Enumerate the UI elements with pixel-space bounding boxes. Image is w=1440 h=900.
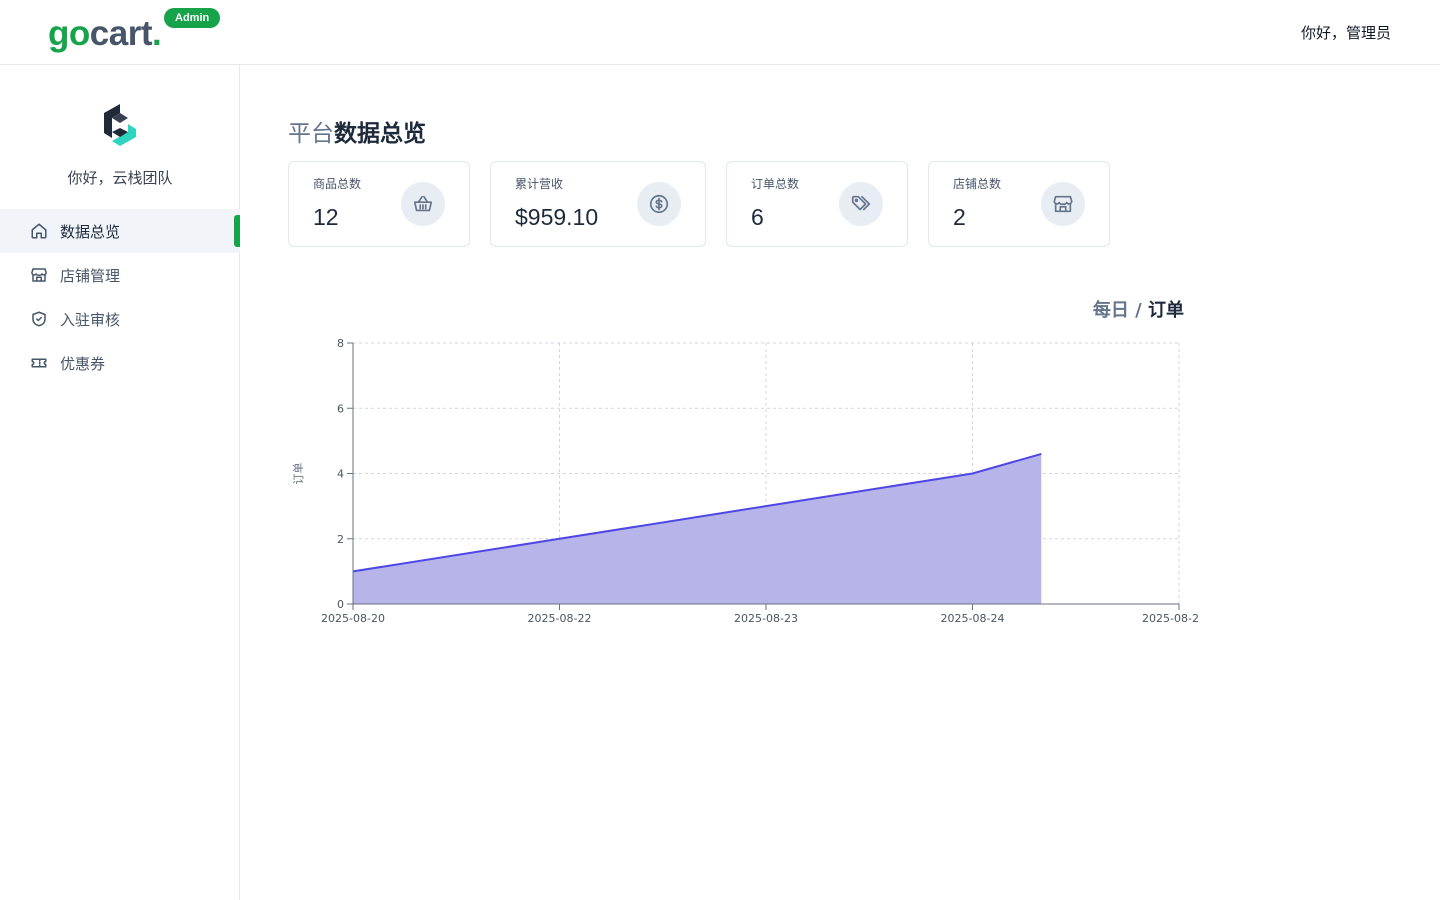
- store-greeting: 你好，云栈团队: [67, 169, 173, 187]
- chart-title-prefix: 每日: [1092, 300, 1129, 321]
- stat-value: 2: [953, 204, 966, 230]
- stat-card-orders: 订单总数 6: [726, 161, 908, 247]
- series-area: [353, 453, 1042, 604]
- sidebar-item-approval[interactable]: 入驻审核: [0, 297, 240, 341]
- chart-title-main: 订单: [1148, 300, 1184, 321]
- stat-card-products: 商品总数 12: [288, 161, 470, 247]
- x-tick-label: 2025-08-23: [734, 612, 798, 625]
- x-tick-label: 2025-08-24: [941, 612, 1005, 625]
- stat-label: 商品总数: [313, 177, 362, 191]
- orders-area-chart: 0 2 4 6 8 2025-08-20 2025-08-22 2025-08-23 2025-…: [292, 337, 1200, 625]
- y-tick-label: 2: [337, 533, 344, 546]
- sidebar-item-label: 店铺管理: [60, 266, 121, 285]
- stat-value: $959.10: [515, 204, 599, 230]
- x-tick-label: 2025-08-20: [321, 612, 385, 625]
- sidebar-item-label: 优惠券: [60, 354, 106, 373]
- basket-icon: [401, 182, 445, 226]
- tags-icon: [839, 182, 883, 226]
- admin-badge: Admin: [164, 8, 221, 28]
- sidebar: 你好，云栈团队 数据总览 店铺管理 入驻审核 优惠券: [0, 65, 240, 900]
- y-tick-label: 0: [337, 598, 344, 611]
- page-title-prefix: 平台: [288, 121, 334, 147]
- page-title: 平台数据总览: [288, 114, 426, 148]
- y-tick-label: 6: [337, 402, 344, 415]
- logo-dot: .: [151, 14, 162, 53]
- stat-label: 店铺总数: [953, 177, 1002, 191]
- store-icon: [30, 266, 48, 284]
- y-axis-label: 订单: [292, 463, 305, 485]
- y-tick-label: 8: [337, 337, 344, 350]
- gocart-logo[interactable]: gocart.: [48, 12, 162, 56]
- stat-card-revenue: 累计营收 $959.10: [490, 161, 706, 247]
- chart-title: 每日 / 订单: [1093, 296, 1184, 322]
- sidebar-item-label: 数据总览: [60, 222, 121, 241]
- shield-check-icon: [30, 310, 48, 328]
- x-tick-label: 2025-08-25: [1142, 612, 1200, 625]
- home-icon: [30, 222, 48, 240]
- stat-label: 累计营收: [515, 177, 564, 191]
- chart-title-separator: /: [1128, 300, 1148, 321]
- sidebar-item-stores[interactable]: 店铺管理: [0, 253, 240, 297]
- stat-card-stores: 店铺总数 2: [928, 161, 1110, 247]
- store-icon: [1041, 182, 1085, 226]
- store-logo-icon: [104, 104, 136, 146]
- admin-greeting: 你好，管理员: [1300, 24, 1391, 42]
- logo-cart-text: cart: [89, 14, 153, 53]
- sidebar-item-coupons[interactable]: 优惠券: [0, 341, 240, 385]
- dollar-circle-icon: [637, 182, 681, 226]
- ticket-icon: [30, 354, 48, 372]
- stat-label: 订单总数: [751, 177, 800, 191]
- y-tick-label: 4: [337, 468, 344, 481]
- stat-value: 6: [751, 204, 764, 230]
- top-bar: gocart. Admin 你好，管理员: [0, 0, 1440, 65]
- stat-value: 12: [313, 204, 339, 230]
- sidebar-item-dashboard[interactable]: 数据总览: [0, 209, 240, 253]
- x-tick-label: 2025-08-22: [528, 612, 592, 625]
- sidebar-nav: 数据总览 店铺管理 入驻审核 优惠券: [0, 209, 240, 385]
- page-title-main: 数据总览: [334, 121, 426, 147]
- logo-go-text: go: [48, 14, 90, 53]
- sidebar-item-label: 入驻审核: [60, 310, 121, 329]
